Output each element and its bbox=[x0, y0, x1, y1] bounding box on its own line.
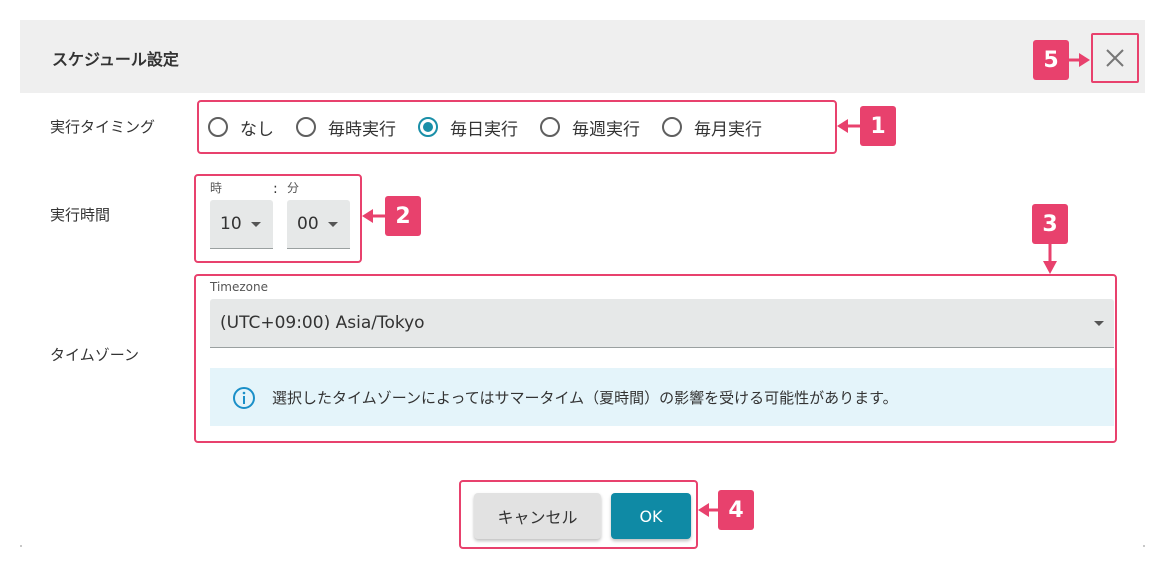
radio-hourly[interactable]: 毎時実行 bbox=[296, 115, 396, 140]
radio-circle bbox=[296, 117, 316, 137]
radio-circle bbox=[208, 117, 228, 137]
radio-label: 毎月実行 bbox=[694, 119, 762, 140]
minute-label: 分 bbox=[287, 181, 300, 195]
info-text: 選択したタイムゾーンによってはサマータイム（夏時間）の影響を受ける可能性がありま… bbox=[272, 389, 898, 407]
annotation-badge-2: 2 bbox=[385, 196, 421, 236]
annotation-badge-3: 3 bbox=[1032, 204, 1068, 244]
close-icon bbox=[1106, 49, 1124, 67]
timing-radio-group: なし 毎時実行 毎日実行 毎週実行 毎月実行 bbox=[208, 112, 784, 142]
radio-monthly[interactable]: 毎月実行 bbox=[662, 115, 762, 140]
dialog-corner bbox=[1143, 545, 1145, 547]
timezone-field-label: Timezone bbox=[210, 280, 268, 294]
radio-label: 毎日実行 bbox=[450, 119, 518, 140]
hour-value: 10 bbox=[220, 214, 242, 234]
chevron-down-icon bbox=[1094, 321, 1104, 326]
dialog-title: スケジュール設定 bbox=[52, 50, 179, 69]
radio-circle-checked bbox=[418, 117, 438, 137]
cancel-button[interactable]: キャンセル bbox=[474, 493, 601, 539]
radio-daily[interactable]: 毎日実行 bbox=[418, 115, 518, 140]
dialog-corner bbox=[20, 545, 22, 547]
dialog-header: スケジュール設定 bbox=[20, 20, 1145, 93]
radio-label: 毎時実行 bbox=[328, 119, 396, 140]
timezone-info-alert: 選択したタイムゾーンによってはサマータイム（夏時間）の影響を受ける可能性がありま… bbox=[210, 368, 1114, 426]
radio-circle bbox=[540, 117, 560, 137]
annotation-arrow-5 bbox=[1069, 53, 1090, 67]
radio-weekly[interactable]: 毎週実行 bbox=[540, 115, 640, 140]
timezone-label: タイムゾーン bbox=[50, 346, 139, 364]
close-button[interactable] bbox=[1091, 33, 1139, 83]
radio-circle bbox=[662, 117, 682, 137]
minute-value: 00 bbox=[297, 214, 319, 234]
chevron-down-icon bbox=[328, 222, 338, 227]
radio-label: なし bbox=[240, 119, 274, 140]
timezone-select[interactable]: (UTC+09:00) Asia/Tokyo bbox=[210, 299, 1114, 348]
hour-select[interactable]: 10 bbox=[210, 200, 273, 249]
annotation-badge-4: 4 bbox=[718, 490, 754, 530]
minute-select[interactable]: 00 bbox=[287, 200, 350, 249]
time-separator: : bbox=[273, 181, 278, 197]
radio-none[interactable]: なし bbox=[208, 115, 274, 140]
hour-label: 時 bbox=[210, 181, 223, 195]
annotation-badge-5: 5 bbox=[1033, 40, 1069, 80]
chevron-down-icon bbox=[251, 222, 261, 227]
time-label: 実行時間 bbox=[50, 206, 111, 224]
timezone-value: (UTC+09:00) Asia/Tokyo bbox=[220, 313, 425, 333]
radio-label: 毎週実行 bbox=[572, 119, 640, 140]
annotation-arrow-2 bbox=[362, 209, 387, 223]
timing-label: 実行タイミング bbox=[50, 118, 156, 136]
ok-button[interactable]: OK bbox=[611, 493, 691, 539]
info-icon bbox=[233, 387, 255, 409]
annotation-arrow-1 bbox=[837, 119, 862, 133]
annotation-badge-1: 1 bbox=[860, 106, 896, 146]
annotation-arrow-3 bbox=[1043, 243, 1057, 274]
